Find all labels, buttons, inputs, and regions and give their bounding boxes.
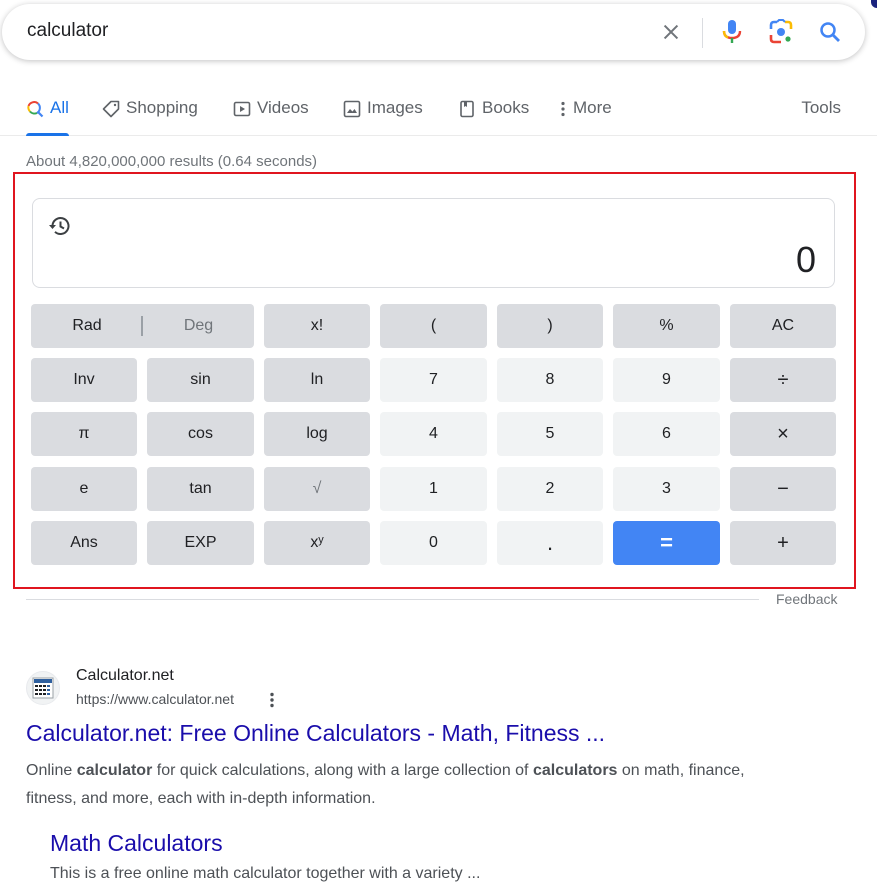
- site-url[interactable]: https://www.calculator.net: [76, 691, 234, 707]
- image-icon: [343, 100, 361, 118]
- search-icon[interactable]: [816, 18, 844, 46]
- factorial-button[interactable]: x!: [264, 304, 370, 348]
- decimal-button[interactable]: .: [497, 521, 603, 565]
- book-icon: [458, 100, 476, 118]
- pi-button[interactable]: π: [31, 412, 137, 456]
- snippet-text: for quick calculations, along with a lar…: [152, 762, 533, 779]
- subtract-button[interactable]: −: [730, 467, 836, 511]
- tab-label: More: [573, 98, 612, 117]
- deg-option[interactable]: Deg: [143, 317, 254, 335]
- tools-button[interactable]: Tools: [801, 98, 841, 118]
- more-vert-icon[interactable]: [262, 690, 282, 710]
- search-input[interactable]: [27, 20, 587, 42]
- open-paren-button[interactable]: (: [380, 304, 487, 348]
- multiply-button[interactable]: ×: [730, 412, 836, 456]
- clear-icon[interactable]: [657, 18, 685, 46]
- result-snippet: Online calculator for quick calculations…: [26, 757, 766, 813]
- add-button[interactable]: +: [730, 521, 836, 565]
- angle-mode-toggle[interactable]: Rad Deg: [31, 304, 254, 348]
- digit-3-button[interactable]: 3: [613, 467, 720, 511]
- exp-button[interactable]: EXP: [147, 521, 254, 565]
- snippet-keyword: calculator: [76, 762, 153, 779]
- tab-label: Videos: [257, 98, 309, 117]
- display-value: 0: [795, 239, 816, 280]
- equals-button[interactable]: =: [613, 521, 720, 565]
- history-icon[interactable]: [47, 213, 73, 239]
- tab-label: All: [50, 98, 69, 117]
- inverse-button[interactable]: Inv: [31, 358, 137, 402]
- euler-button[interactable]: e: [31, 467, 137, 511]
- tag-icon: [102, 100, 120, 118]
- rad-option[interactable]: Rad: [31, 317, 143, 335]
- digit-0-button[interactable]: 0: [380, 521, 487, 565]
- tab-label: Shopping: [126, 98, 198, 117]
- sqrt-button[interactable]: √: [264, 467, 370, 511]
- cos-button[interactable]: cos: [147, 412, 254, 456]
- sitelink-description: This is a free online math calculator to…: [50, 865, 481, 882]
- google-lens-icon[interactable]: [767, 18, 795, 46]
- tab-label: Books: [482, 98, 530, 117]
- tab-more[interactable]: More: [557, 98, 612, 136]
- tab-books[interactable]: Books: [458, 98, 529, 136]
- tab-label: Images: [367, 98, 423, 117]
- power-button[interactable]: xʸ: [264, 521, 370, 565]
- digit-6-button[interactable]: 6: [613, 412, 720, 456]
- search-tabs: All Shopping Videos Images Books More To…: [0, 88, 877, 136]
- digit-8-button[interactable]: 8: [497, 358, 603, 402]
- sitelink-math-calculators[interactable]: Math Calculators: [50, 830, 223, 857]
- sin-button[interactable]: sin: [147, 358, 254, 402]
- divide-button[interactable]: ÷: [730, 358, 836, 402]
- site-favicon[interactable]: [26, 671, 60, 705]
- result-stats: About 4,820,000,000 results (0.64 second…: [26, 153, 318, 170]
- play-icon: [233, 100, 251, 118]
- ln-button[interactable]: ln: [264, 358, 370, 402]
- tan-button[interactable]: tan: [147, 467, 254, 511]
- search-divider: [702, 18, 703, 48]
- site-name[interactable]: Calculator.net: [76, 667, 174, 685]
- answer-button[interactable]: Ans: [31, 521, 137, 565]
- digit-2-button[interactable]: 2: [497, 467, 603, 511]
- all-clear-button[interactable]: AC: [730, 304, 836, 348]
- snippet-keyword: calculators: [532, 762, 618, 779]
- digit-7-button[interactable]: 7: [380, 358, 487, 402]
- digit-9-button[interactable]: 9: [613, 358, 720, 402]
- calculator-display: 0: [32, 198, 835, 288]
- corner-decoration: [871, 0, 877, 8]
- result-title-link[interactable]: Calculator.net: Free Online Calculators …: [26, 720, 605, 747]
- snippet-text: Online: [26, 762, 77, 779]
- digit-5-button[interactable]: 5: [497, 412, 603, 456]
- tab-images[interactable]: Images: [343, 98, 423, 136]
- feedback-divider: [26, 599, 759, 600]
- feedback-link[interactable]: Feedback: [776, 591, 837, 607]
- percent-button[interactable]: %: [613, 304, 720, 348]
- search-bar: [2, 4, 865, 60]
- digit-1-button[interactable]: 1: [380, 467, 487, 511]
- tab-shopping[interactable]: Shopping: [102, 98, 198, 136]
- close-paren-button[interactable]: ): [497, 304, 603, 348]
- more-vert-icon: [557, 100, 569, 118]
- tab-all[interactable]: All: [26, 98, 69, 136]
- tab-videos[interactable]: Videos: [233, 98, 309, 136]
- log-button[interactable]: log: [264, 412, 370, 456]
- digit-4-button[interactable]: 4: [380, 412, 487, 456]
- microphone-icon[interactable]: [718, 18, 746, 46]
- search-icon: [26, 100, 44, 118]
